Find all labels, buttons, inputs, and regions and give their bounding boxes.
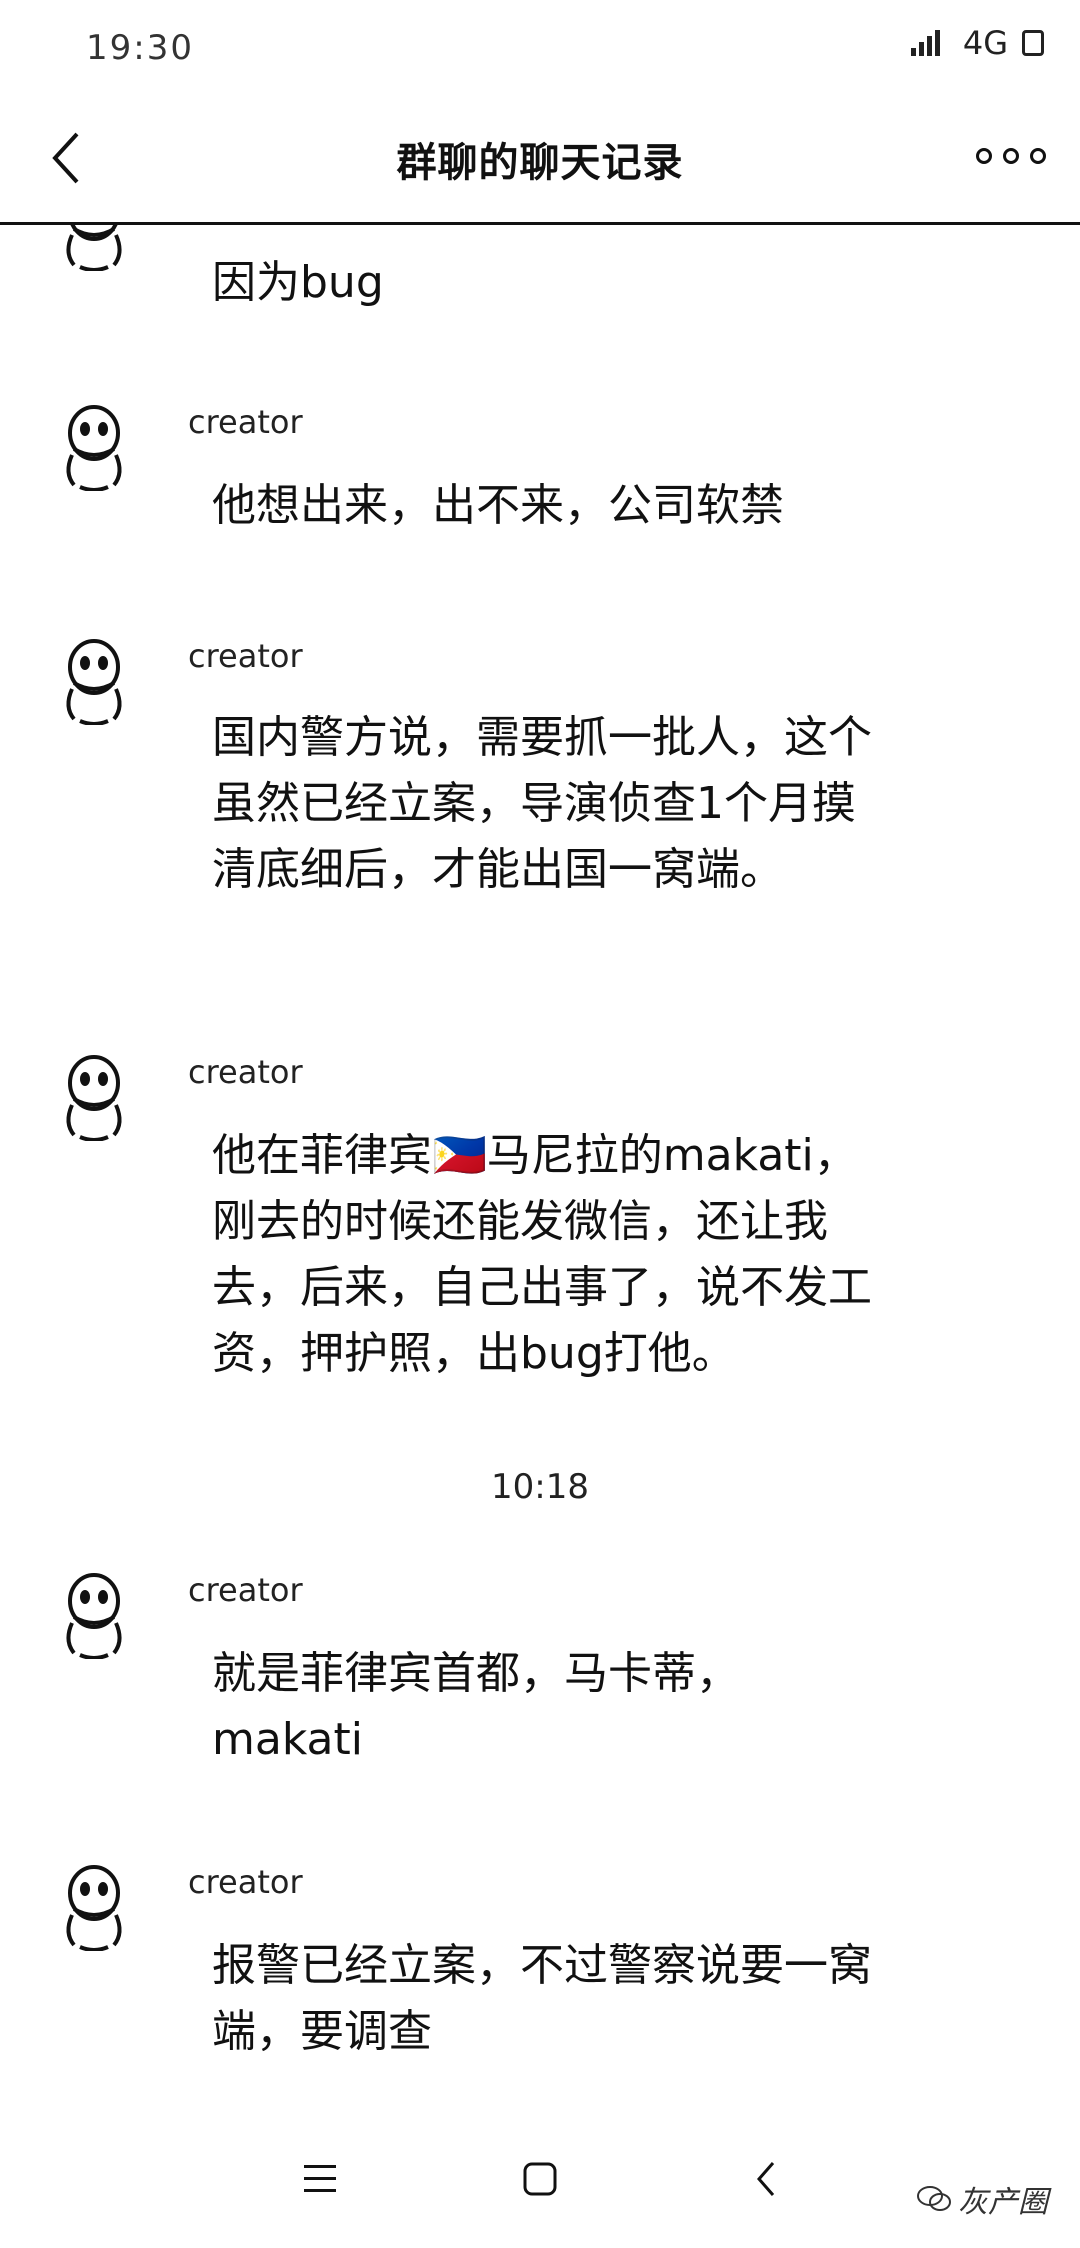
avatar-penguin-icon[interactable] [58,1571,130,1659]
avatar-penguin-icon[interactable] [58,1053,130,1141]
page-title: 群聊的聊天记录 [396,140,684,186]
signal-bars-icon [910,30,940,56]
battery-icon [1022,30,1044,56]
avatar-penguin-icon[interactable] [58,637,130,725]
menu-icon [304,2165,336,2192]
back-icon [757,2162,775,2196]
wechat-icon [917,2186,951,2211]
status-bar: 19:30 4G [0,0,1080,100]
avatar-penguin-icon[interactable] [58,225,130,271]
network-type: 4G [962,24,1008,62]
message-text: 就是菲律宾首都，马卡蒂，makati [212,1648,740,1765]
sender-name[interactable]: creator [188,1863,303,1901]
system-nav-bar: 灰产圈 [0,2115,1080,2248]
status-icons: 4G [909,24,1044,62]
time-divider: 10:18 [491,1467,589,1507]
more-icon [976,148,992,164]
sender-name[interactable]: creator [188,637,303,675]
message-text: 他在菲律宾🇵🇭马尼拉的makati，刚去的时候还能发微信，还让我去，后来，自己出… [212,1130,872,1379]
message-text: 他想出来，出不来，公司软禁 [212,480,784,531]
sender-name[interactable]: creator [188,1571,303,1609]
message-text: 国内警方说，需要抓一批人，这个虽然已经立案，导演侦查1个月摸清底细后，才能出国一… [212,712,872,895]
menu-button[interactable] [290,2149,350,2209]
sender-name[interactable]: creator [188,403,303,441]
nav-back-button[interactable] [736,2149,796,2209]
avatar-penguin-icon[interactable] [58,403,130,491]
watermark: 灰产圈 [916,2177,1048,2221]
home-button[interactable] [510,2149,570,2209]
avatar-penguin-icon[interactable] [58,1863,130,1951]
status-time: 19:30 [86,28,194,68]
more-icon-dot [1003,148,1019,164]
watermark-text: 灰产圈 [958,2185,1048,2220]
message-text: 报警已经立案，不过警察说要一窝端，要调查 [212,1940,872,2057]
sender-name[interactable]: creator [188,1053,303,1091]
title-bar: 群聊的聊天记录 [0,100,1080,220]
home-icon [523,2162,557,2196]
more-button[interactable] [976,136,1046,176]
message-text: 因为bug [212,257,384,308]
more-icon-dot [1030,148,1046,164]
chat-area[interactable]: 因为bug creator 他想出来，出不来，公司软禁 creator 国内警方… [0,225,1080,2115]
